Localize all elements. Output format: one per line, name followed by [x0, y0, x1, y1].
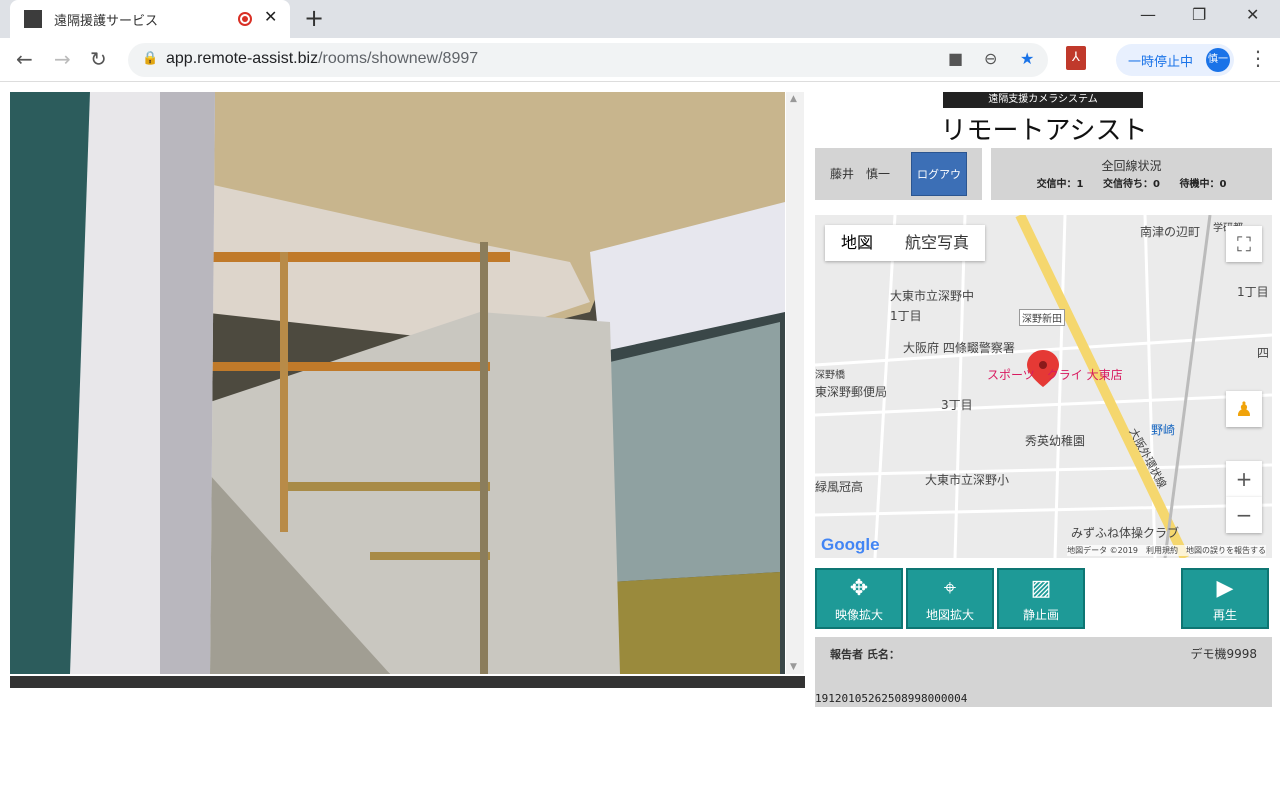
map-zoom-button[interactable]: ⌖ 地図拡大: [906, 568, 994, 629]
map-label: スポーツ クライ 大東店: [987, 368, 1123, 382]
scroll-down-icon[interactable]: ▼: [790, 662, 797, 672]
map-label: 東深野郵便局: [815, 385, 888, 399]
play-button[interactable]: ▶ 再生: [1181, 568, 1269, 629]
close-tab-icon[interactable]: ✕: [264, 7, 277, 26]
address-bar[interactable]: 🔒 app.remote-assist.biz/rooms/shownew/89…: [128, 43, 1048, 77]
tab-aerial[interactable]: 航空写真: [889, 225, 985, 261]
still-image-label: 静止画: [1022, 608, 1059, 622]
map-type-tabs: 地図 航空写真: [825, 225, 986, 261]
reload-icon[interactable]: ↻: [90, 47, 107, 71]
forward-icon[interactable]: →: [54, 47, 71, 71]
map-pin-outline-icon: ⌖: [943, 576, 957, 601]
standby-count: 待機中：0: [1179, 179, 1227, 190]
line-status-counts: 交信中：1 交信待ち：0 待機中：0: [991, 175, 1272, 190]
tab-map[interactable]: 地図: [825, 225, 889, 261]
camera-video-feed[interactable]: [10, 92, 785, 674]
browser-toolbar: ← → ↻ 🔒 app.remote-assist.biz/rooms/show…: [0, 38, 1280, 82]
image-icon: ▨: [1030, 576, 1052, 601]
map-zoom-label: 地図拡大: [925, 608, 974, 622]
map-label: 深野橋: [815, 370, 845, 381]
lock-icon: 🔒: [142, 51, 159, 66]
logout-button[interactable]: ログアウト: [911, 152, 967, 225]
video-zoom-button[interactable]: ✥ 映像拡大: [815, 568, 903, 629]
brand-title: リモートアシスト: [940, 116, 1148, 146]
tab-strip: 遠隔援護サービス ✕ + — ❐ ✕: [0, 0, 1280, 38]
pdf-extension-icon[interactable]: ⅄: [1066, 46, 1086, 70]
play-label: 再生: [1212, 608, 1237, 622]
zoom-icon[interactable]: ⊖: [984, 49, 997, 68]
sync-paused-label: 一時停止中: [1128, 55, 1194, 70]
session-id: 19120105262508998000004: [815, 692, 968, 705]
map-label: 野崎: [1151, 423, 1176, 437]
map-label: 大東市立深野小: [925, 473, 1010, 487]
browser-tab[interactable]: 遠隔援護サービス ✕: [10, 0, 290, 38]
url-text[interactable]: app.remote-assist.biz/rooms/shownew/8997: [166, 50, 478, 68]
favicon-icon: [24, 10, 42, 28]
play-icon: ▶: [1216, 576, 1234, 601]
map-label: 緑風冠高: [815, 480, 864, 494]
brand-subtitle: 遠隔支援カメラシステム: [943, 92, 1143, 108]
map-label: 1丁目: [890, 309, 922, 323]
map-label: 秀英幼稚園: [1025, 434, 1086, 448]
bookmark-star-icon[interactable]: ★: [1020, 49, 1034, 68]
google-logo: Google: [821, 535, 880, 554]
map-view[interactable]: 地図 航空写真 南津の辺町 学研都 大東市立深野中 1丁目 1丁目 深野新田 大…: [815, 215, 1272, 558]
map-label: 南津の辺町: [1140, 225, 1201, 239]
map-label: 大阪府 四條畷警察署: [903, 341, 1015, 355]
map-label: 大東市立深野中: [890, 289, 975, 303]
map-label: 1丁目: [1237, 285, 1269, 299]
map-label: 3丁目: [941, 398, 973, 412]
street-view-icon[interactable]: ♟: [1226, 391, 1262, 427]
move-arrows-icon: ✥: [849, 576, 869, 601]
map-label: みずふね体操クラブ: [1071, 526, 1180, 540]
minimize-icon[interactable]: —: [1140, 5, 1156, 24]
in-call-count: 交信中：1: [1036, 179, 1084, 190]
user-name: 藤井 慎一: [830, 167, 891, 181]
map-label: 深野新田: [1019, 309, 1065, 326]
back-icon[interactable]: ←: [16, 47, 33, 71]
still-image-button[interactable]: ▨ 静止画: [997, 568, 1085, 629]
close-window-icon[interactable]: ✕: [1246, 5, 1259, 24]
user-panel: 藤井 慎一 ログアウト: [815, 148, 982, 225]
new-tab-button[interactable]: +: [304, 4, 324, 32]
reporter-name-label: 報告者 氏名：: [830, 648, 900, 661]
map-label: 四: [1257, 346, 1270, 360]
device-name: デモ機9998: [1190, 647, 1257, 661]
video-zoom-label: 映像拡大: [834, 608, 883, 622]
zoom-out-button[interactable]: −: [1226, 497, 1262, 533]
scroll-up-icon[interactable]: ▲: [790, 94, 797, 104]
video-frame: [10, 92, 785, 674]
video-control-bar: [10, 676, 805, 688]
line-status-title: 全回線状況: [1101, 159, 1162, 173]
reporter-panel: 報告者 氏名： デモ機9998 19120105262508998000004: [815, 637, 1272, 707]
zoom-in-button[interactable]: +: [1226, 461, 1262, 497]
restore-icon[interactable]: ❐: [1192, 5, 1206, 24]
map-attribution[interactable]: 地図データ ©2019 利用規約 地図の誤りを報告する: [1067, 545, 1266, 556]
menu-icon[interactable]: ⋮: [1248, 46, 1268, 70]
sync-paused-button[interactable]: 一時停止中 慎一: [1116, 44, 1234, 76]
waiting-count: 交信待ち：0: [1103, 179, 1160, 190]
recording-icon: [238, 12, 252, 26]
avatar: 慎一: [1206, 48, 1230, 72]
video-scrollbar[interactable]: ▲ ▼: [786, 92, 804, 674]
line-status-panel: 全回線状況 交信中：1 交信待ち：0 待機中：0: [991, 148, 1272, 200]
fullscreen-icon[interactable]: ⛶: [1226, 226, 1262, 262]
camera-icon[interactable]: ■: [948, 49, 963, 68]
tab-title: 遠隔援護サービス: [54, 14, 159, 29]
